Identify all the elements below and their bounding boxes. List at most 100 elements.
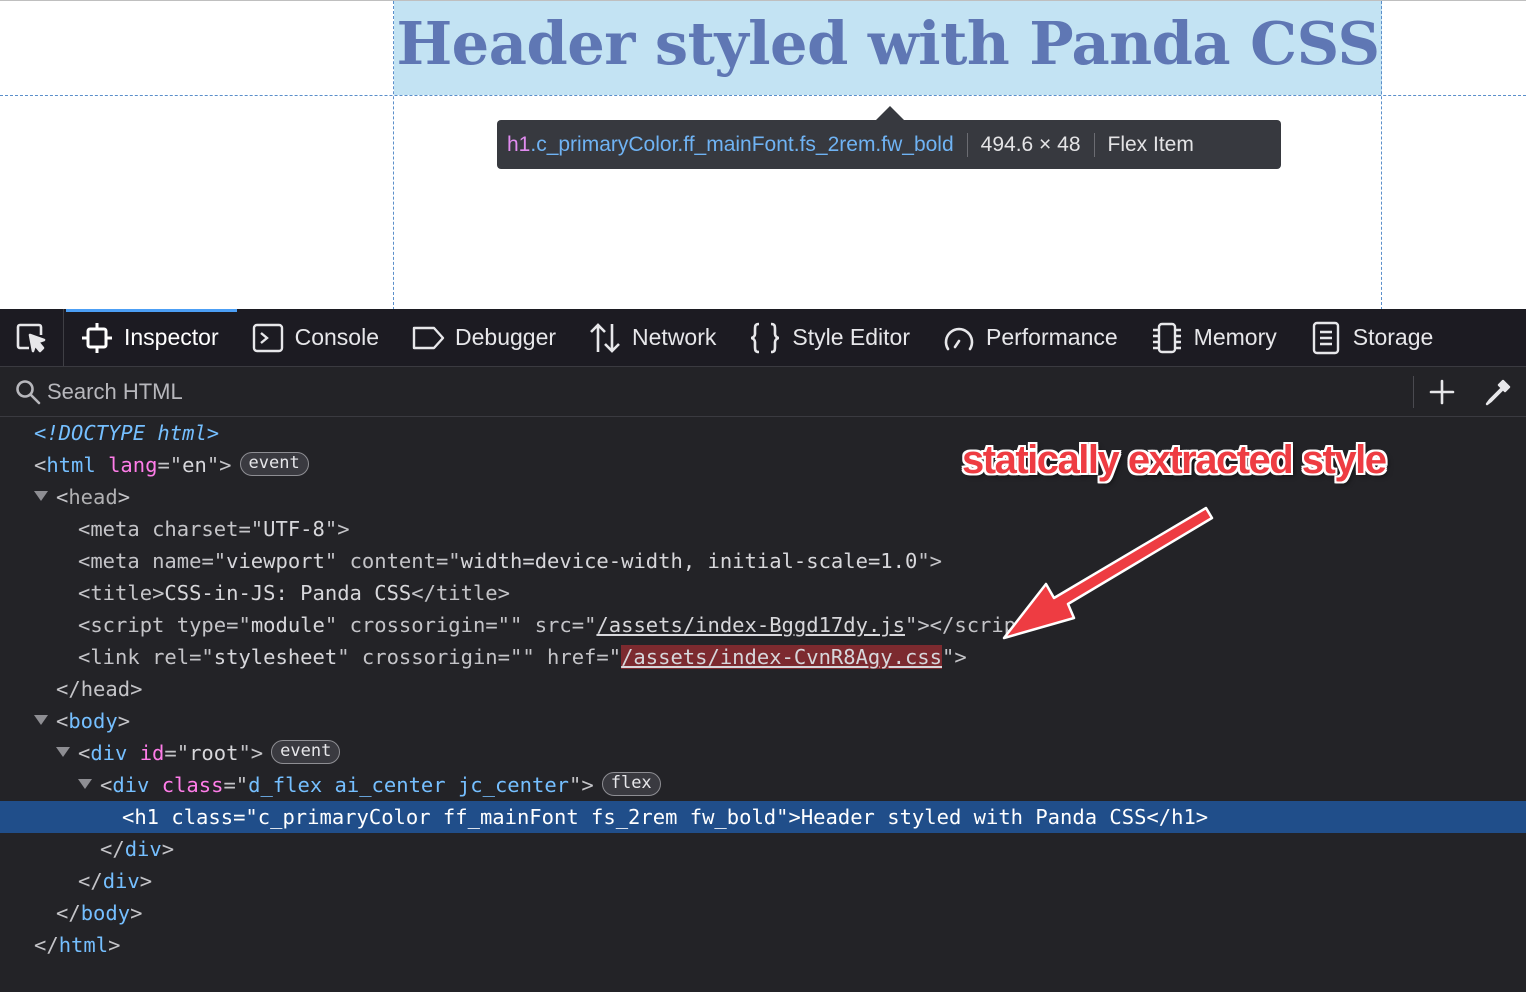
event-badge[interactable]: event (271, 740, 341, 764)
doctype-text: <!DOCTYPE html> (34, 421, 220, 445)
search-icon (15, 379, 41, 405)
flex-badge[interactable]: flex (601, 772, 661, 796)
tag-name: script (90, 613, 165, 637)
text-node: CSS-in-JS: Panda CSS (164, 581, 412, 605)
event-badge[interactable]: event (239, 452, 309, 476)
collapse-twisty-icon[interactable] (56, 747, 70, 757)
tree-node-head-close[interactable]: </head> (0, 673, 1526, 705)
tag-name: head (80, 677, 131, 701)
collapse-twisty-icon[interactable] (34, 715, 48, 725)
add-node-button[interactable] (1414, 367, 1470, 417)
performance-icon (942, 321, 976, 355)
style-editor-icon (748, 321, 782, 355)
search-html-input[interactable] (41, 371, 1413, 412)
tree-node-title[interactable]: <title>CSS-in-JS: Panda CSS</title> (0, 577, 1526, 609)
stylesheet-href-link[interactable]: /assets/index-CvnR8Agy.css (621, 645, 942, 669)
collapse-twisty-icon[interactable] (78, 779, 92, 789)
tree-node-head[interactable]: <head> (0, 481, 1526, 513)
annotation-arrow-icon (1002, 506, 1214, 640)
attr-value: d_flex ai_center jc_center (248, 773, 570, 797)
tab-memory[interactable]: Memory (1134, 309, 1293, 366)
element-picker-button[interactable] (0, 309, 64, 366)
tag-name: title (435, 581, 498, 605)
tree-node-meta-charset[interactable]: <meta charset="UTF-8"> (0, 513, 1526, 545)
tab-inspector[interactable]: Inspector (64, 309, 237, 366)
eyedropper-icon (1485, 379, 1511, 405)
attr-name: lang (108, 453, 158, 477)
tooltip-role: Flex Item (1107, 132, 1194, 156)
collapse-twisty-icon[interactable] (34, 491, 48, 501)
tree-node-script[interactable]: <script type="module" crossorigin="" src… (0, 609, 1526, 641)
devtools-toolbar: Inspector Console Debugger Network Style… (0, 309, 1526, 367)
console-icon (251, 321, 285, 355)
tag-name: title (90, 581, 153, 605)
attr-value: width=device-width, initial-scale=1.0 (460, 549, 918, 573)
search-bar (0, 367, 1526, 417)
tooltip-tag: h1 (507, 132, 531, 156)
tab-label: Storage (1352, 324, 1434, 350)
element-info-tooltip: h1 .c_primaryColor.ff_mainFont.fs_2rem.fw… (497, 120, 1281, 169)
tag-name: div (90, 741, 128, 765)
attr-value: c_primaryColor ff_mainFont fs_2rem fw_bo… (257, 805, 777, 829)
tooltip-classes: .c_primaryColor.ff_mainFont.fs_2rem.fw_b… (530, 132, 954, 156)
tag-name: body (68, 709, 118, 733)
tab-storage[interactable]: Storage (1293, 309, 1450, 366)
script-src-link[interactable]: /assets/index-Bggd17dy.js (596, 613, 905, 637)
tag-name: html (46, 453, 96, 477)
tab-label: Style Editor (792, 324, 910, 350)
memory-icon (1150, 321, 1184, 355)
tag-name: h1 (1171, 805, 1196, 829)
tab-label: Inspector (124, 324, 219, 350)
tag-name: head (68, 485, 118, 509)
tree-node-div-close[interactable]: </div> (0, 833, 1526, 865)
tree-node-div-root[interactable]: <div id="root"> event (0, 737, 1526, 769)
tab-console[interactable]: Console (235, 309, 395, 366)
tree-node-html-close[interactable]: </html> (0, 929, 1526, 961)
annotation-label: statically extracted style (962, 438, 1387, 482)
attr-name: crossorigin (361, 645, 498, 669)
attr-name: id (139, 741, 165, 765)
tag-name: div (112, 773, 150, 797)
plus-icon (1429, 379, 1455, 404)
inspector-icon (80, 321, 114, 355)
tab-performance[interactable]: Performance (926, 309, 1134, 366)
attr-name: content (349, 549, 436, 573)
tag-name: body (80, 901, 131, 925)
attr-name: href (547, 645, 597, 669)
tag-name: h1 (134, 805, 160, 829)
attr-name: name (152, 549, 202, 573)
attr-value: root (189, 741, 239, 765)
tab-style-editor[interactable]: Style Editor (732, 309, 926, 366)
tree-node-div-close[interactable]: </div> (0, 865, 1526, 897)
tag-name: div (102, 869, 140, 893)
attr-value: viewport (226, 549, 325, 573)
tooltip-caret (876, 106, 904, 120)
tree-node-h1-selected[interactable]: <h1 class="c_primaryColor ff_mainFont fs… (0, 801, 1526, 833)
network-icon (588, 321, 622, 355)
eyedropper-button[interactable] (1470, 367, 1526, 417)
tooltip-dimensions: 494.6 × 48 (980, 132, 1081, 156)
attr-name: class (171, 805, 234, 829)
tree-node-body-close[interactable]: </body> (0, 897, 1526, 929)
tab-debugger[interactable]: Debugger (395, 309, 572, 366)
tab-label: Debugger (455, 324, 557, 350)
page-preview: Header styled with Panda CSS h1 .c_primar… (0, 0, 1526, 309)
attr-value: UTF-8 (263, 517, 325, 541)
tree-node-body[interactable]: <body> (0, 705, 1526, 737)
attr-value: stylesheet (213, 645, 338, 669)
tag-name: div (124, 837, 162, 861)
tree-node-div-flex[interactable]: <div class="d_flex ai_center jc_center">… (0, 769, 1526, 801)
page-heading: Header styled with Panda CSS (396, 9, 1380, 78)
attr-name: class (161, 773, 224, 797)
attr-name: rel (152, 645, 190, 669)
tab-label: Memory (1193, 324, 1277, 350)
attr-name: type (176, 613, 227, 637)
tab-network[interactable]: Network (572, 309, 732, 366)
tooltip-separator (966, 132, 968, 157)
attr-value: en (182, 453, 207, 477)
attr-name: charset (152, 517, 239, 541)
tree-node-link[interactable]: <link rel="stylesheet" crossorigin="" hr… (0, 641, 1526, 673)
storage-icon (1309, 321, 1343, 355)
tree-node-meta-viewport[interactable]: <meta name="viewport" content="width=dev… (0, 545, 1526, 577)
tab-label: Console (294, 324, 379, 350)
